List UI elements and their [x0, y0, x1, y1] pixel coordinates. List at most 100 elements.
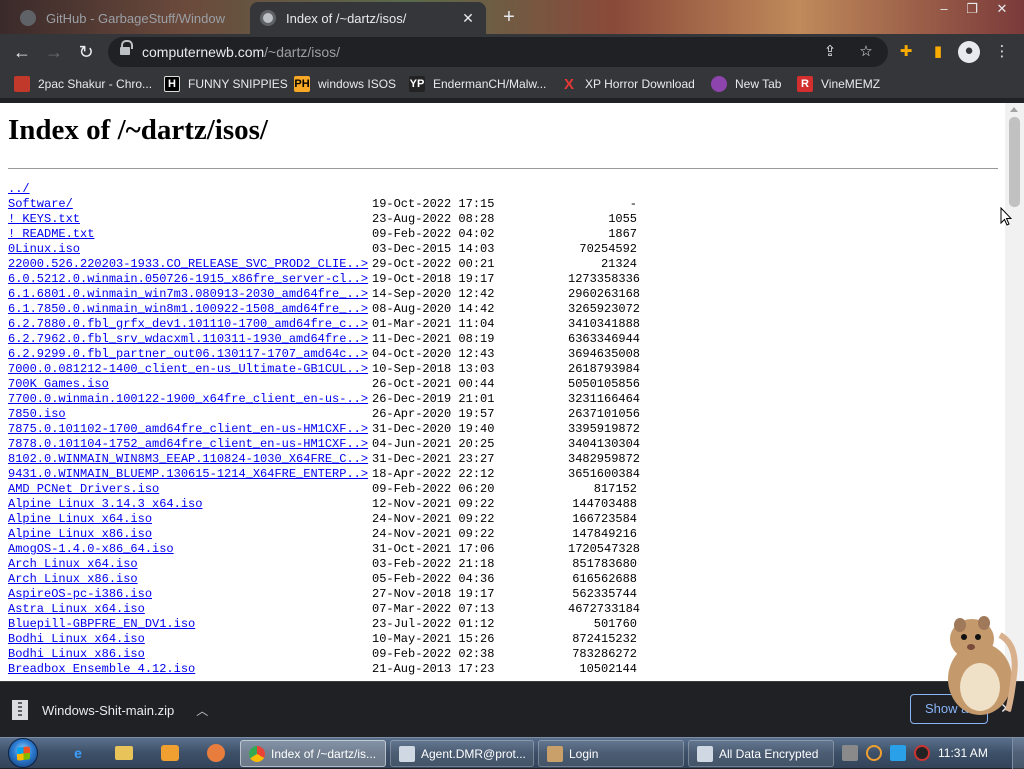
- file-link[interactable]: Alpine Linux 3.14.3 x64.iso: [8, 497, 202, 512]
- file-size: -: [629, 197, 637, 211]
- file-link[interactable]: 6.2.7962.0.fbl_srv_wdacxml.110311-1930_a…: [8, 332, 368, 347]
- file-link[interactable]: Bodhi Linux x64.iso: [8, 632, 145, 647]
- bookmark-xp-horror[interactable]: X XP Horror Download: [561, 75, 695, 93]
- bookmark-new-tab[interactable]: New Tab: [711, 75, 781, 93]
- file-link[interactable]: 7000.0.081212-1400_client_en-us_Ultimate…: [8, 362, 368, 377]
- file-link[interactable]: AMD PCNet Drivers.iso: [8, 482, 159, 497]
- file-date: 26-Dec-2019 21:01: [372, 392, 495, 406]
- file-link[interactable]: Bodhi Linux x86.iso: [8, 647, 145, 662]
- file-link[interactable]: 7878.0.101104-1752_amd64fre_client_en-us…: [8, 437, 368, 452]
- zip-file-icon: [12, 700, 28, 720]
- file-link[interactable]: Software/: [8, 197, 73, 212]
- extensions-puzzle-icon[interactable]: ✚: [896, 42, 916, 62]
- taskbar-item-label: All Data Encrypted: [719, 746, 819, 761]
- tray-record-icon[interactable]: [914, 745, 930, 761]
- taskbar-item-all-data-encrypted[interactable]: All Data Encrypted: [688, 740, 834, 767]
- scrollbar-thumb[interactable]: [1009, 117, 1020, 207]
- file-link[interactable]: 9431.0.WINMAIN_BLUEMP.130615-1214_X64FRE…: [8, 467, 368, 482]
- file-date: 12-Nov-2021 09:22: [372, 497, 495, 511]
- file-link[interactable]: 7875.0.101102-1700_amd64fre_client_en-us…: [8, 422, 368, 437]
- file-link[interactable]: 700K Games.iso: [8, 377, 109, 392]
- file-size: 2637101056: [568, 407, 641, 421]
- file-date: 04-Jun-2021 20:25: [372, 437, 495, 451]
- file-size: 2618793984: [568, 362, 641, 376]
- file-link[interactable]: 6.1.7850.0.winmain_win8m1.100922-1508_am…: [8, 302, 368, 317]
- bookmark-star-icon[interactable]: ☆: [856, 42, 876, 62]
- file-link[interactable]: Alpine Linux x86.iso: [8, 527, 152, 542]
- file-size: 144703488: [572, 497, 637, 511]
- minimize-button[interactable]: –: [930, 2, 958, 18]
- url-text[interactable]: computernewb.com/~dartz/isos/: [142, 44, 340, 60]
- reload-button[interactable]: ↻: [74, 40, 98, 64]
- file-link[interactable]: AspireOS-pc-i386.iso: [8, 587, 152, 602]
- file-link[interactable]: Breadbox Ensemble 4.12.iso: [8, 662, 195, 677]
- download-filename: Windows-Shit-main.zip: [42, 702, 175, 718]
- file-link[interactable]: ! KEYS.txt: [8, 212, 80, 227]
- list-item: 7878.0.101104-1752_amd64fre_client_en-us…: [8, 437, 998, 452]
- file-link[interactable]: 7700.0.winmain.100122-1900_x64fre_client…: [8, 392, 368, 407]
- file-link[interactable]: Alpine Linux x64.iso: [8, 512, 152, 527]
- show-desktop-button[interactable]: [1012, 738, 1024, 769]
- paint-icon[interactable]: [204, 741, 228, 765]
- file-link[interactable]: 0Linux.iso: [8, 242, 80, 257]
- file-link[interactable]: ! README.txt: [8, 227, 94, 242]
- bookmark-label: EndermanCH/Malw...: [433, 77, 547, 91]
- file-link[interactable]: AmogOS-1.4.0-x86_64.iso: [8, 542, 174, 557]
- taskbar-item-chrome[interactable]: Index of /~dartz/is...: [240, 740, 386, 767]
- bookmark-vinememz[interactable]: R VineMEMZ: [797, 75, 880, 93]
- file-explorer-icon[interactable]: [112, 741, 136, 765]
- forward-button[interactable]: →: [42, 40, 66, 64]
- taskbar-clock[interactable]: 11:31 AM: [938, 746, 988, 760]
- tray-app-icon[interactable]: [842, 745, 858, 761]
- page-scrollbar[interactable]: [1005, 103, 1024, 681]
- tab-github[interactable]: GitHub - GarbageStuff/Window: [10, 2, 250, 34]
- bookmark-endermanch[interactable]: YP EndermanCH/Malw...: [409, 75, 546, 93]
- file-date: 11-Dec-2021 08:19: [372, 332, 495, 346]
- profile-avatar-icon[interactable]: ●: [958, 41, 980, 63]
- ph-icon: PH: [294, 76, 310, 92]
- file-link[interactable]: 8102.0.WINMAIN_WIN8M3_EEAP.110824-1030_X…: [8, 452, 368, 467]
- media-player-icon[interactable]: [158, 741, 182, 765]
- list-item: Alpine Linux x86.iso 24-Nov-2021 09:22 147…: [8, 527, 998, 542]
- share-icon[interactable]: ⇪: [820, 42, 840, 62]
- file-link[interactable]: 22000.526.220203-1933.CO_RELEASE_SVC_PRO…: [8, 257, 368, 272]
- file-size: 783286272: [572, 647, 637, 661]
- taskbar-item-agent[interactable]: Agent.DMR@prot...: [390, 740, 534, 767]
- internet-explorer-icon[interactable]: e: [66, 741, 90, 765]
- tray-monitor-icon[interactable]: [890, 745, 906, 761]
- file-link[interactable]: 6.0.5212.0.winmain.050726-1915_x86fre_se…: [8, 272, 368, 287]
- address-bar[interactable]: computernewb.com/~dartz/isos/ ⇪ ☆: [108, 37, 888, 67]
- bookmark-2pac[interactable]: 2pac Shakur - Chro...: [14, 75, 152, 93]
- file-link[interactable]: Arch Linux x86.iso: [8, 572, 138, 587]
- bookmark-funny-snippies[interactable]: H FUNNY SNIPPIES: [164, 75, 288, 93]
- side-panel-icon[interactable]: ▮: [928, 42, 948, 62]
- list-item: 8102.0.WINMAIN_WIN8M3_EEAP.110824-1030_X…: [8, 452, 998, 467]
- back-button[interactable]: ←: [10, 40, 34, 64]
- tray-search-icon[interactable]: [866, 745, 882, 761]
- file-link[interactable]: 6.2.9299.0.fbl_partner_out06.130117-1707…: [8, 347, 368, 362]
- chrome-icon: [14, 76, 30, 92]
- file-link[interactable]: Bluepill-GBPFRE_EN_DV1.iso: [8, 617, 195, 632]
- file-link[interactable]: 7850.iso: [8, 407, 66, 422]
- parent-directory-link[interactable]: ../: [8, 182, 30, 197]
- scroll-up-arrow-icon[interactable]: [1010, 107, 1018, 112]
- new-tab-button[interactable]: +: [498, 7, 520, 29]
- start-button[interactable]: [8, 738, 38, 768]
- list-item: 700K Games.iso 26-Oct-2021 00:44 505010585…: [8, 377, 998, 392]
- file-link[interactable]: 6.2.7880.0.fbl_grfx_dev1.101110-1700_amd…: [8, 317, 368, 332]
- taskbar-item-label: Login: [569, 746, 599, 761]
- file-link[interactable]: 6.1.6801.0.winmain_win7m3.080913-2030_am…: [8, 287, 368, 302]
- close-window-button[interactable]: ✕: [988, 2, 1016, 18]
- taskbar-item-login[interactable]: Login: [538, 740, 684, 767]
- file-link[interactable]: Arch Linux x64.iso: [8, 557, 138, 572]
- menu-kebab-icon[interactable]: ⋮: [992, 42, 1012, 62]
- tab-index-of-isos[interactable]: Index of /~dartz/isos/ ✕: [250, 2, 486, 34]
- tab-close-icon[interactable]: ✕: [460, 10, 476, 27]
- github-icon: [20, 10, 36, 26]
- maximize-button[interactable]: ❐: [958, 2, 986, 18]
- bookmark-windows-isos[interactable]: PH windows ISOS: [294, 75, 396, 93]
- file-size: 851783680: [572, 557, 637, 571]
- file-link[interactable]: Astra Linux x64.iso: [8, 602, 145, 617]
- chevron-up-icon[interactable]: ︿: [196, 702, 208, 719]
- download-item[interactable]: Windows-Shit-main.zip ︿: [12, 694, 208, 726]
